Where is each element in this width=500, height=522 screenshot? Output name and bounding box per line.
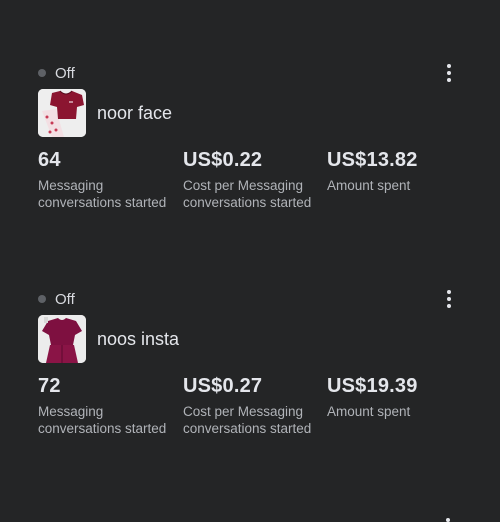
metric-label: Cost per Messaging conversations started (183, 404, 312, 436)
metric-label: Messaging conversations started (38, 404, 167, 436)
metric-value: 72 (38, 375, 61, 397)
status-indicator: Off (38, 289, 75, 309)
status-label: Off (55, 64, 75, 82)
status-indicator: Off (38, 63, 75, 83)
metric-label: Cost per Messaging conversations started (183, 178, 312, 210)
metric-label: Messaging conversations started (38, 178, 167, 210)
clothing-image (38, 89, 86, 137)
status-label: Off (55, 290, 75, 308)
status-dot-icon (38, 69, 46, 77)
ad-title[interactable]: noor face (97, 103, 172, 124)
metric-value: US$0.22 (183, 149, 263, 171)
ad-card[interactable]: Off noos insta 72 Messaging conversation… (0, 289, 500, 489)
metric-cost-per-result: US$0.27 Cost per Messaging conversations… (183, 375, 318, 437)
more-options-icon[interactable] (440, 289, 458, 309)
metric-value: US$13.82 (327, 149, 418, 171)
metric-value: US$19.39 (327, 375, 418, 397)
metric-label: Amount spent (327, 404, 411, 419)
metric-results: 64 Messaging conversations started (38, 149, 173, 211)
ad-thumbnail[interactable] (38, 89, 86, 137)
clothing-image (38, 315, 86, 363)
status-dot-icon (38, 295, 46, 303)
more-options-icon[interactable] (440, 63, 458, 83)
metric-label: Amount spent (327, 178, 411, 193)
metric-amount-spent: US$19.39 Amount spent (327, 375, 462, 420)
metric-value: US$0.27 (183, 375, 263, 397)
next-ad-card-peek (0, 512, 500, 522)
metric-results: 72 Messaging conversations started (38, 375, 173, 437)
metric-value: 64 (38, 149, 61, 171)
metric-cost-per-result: US$0.22 Cost per Messaging conversations… (183, 149, 318, 211)
ad-card[interactable]: Off noor face 64 Messaging conversations… (0, 63, 500, 263)
ad-thumbnail[interactable] (38, 315, 86, 363)
ad-title[interactable]: noos insta (97, 329, 179, 350)
metric-amount-spent: US$13.82 Amount spent (327, 149, 462, 194)
